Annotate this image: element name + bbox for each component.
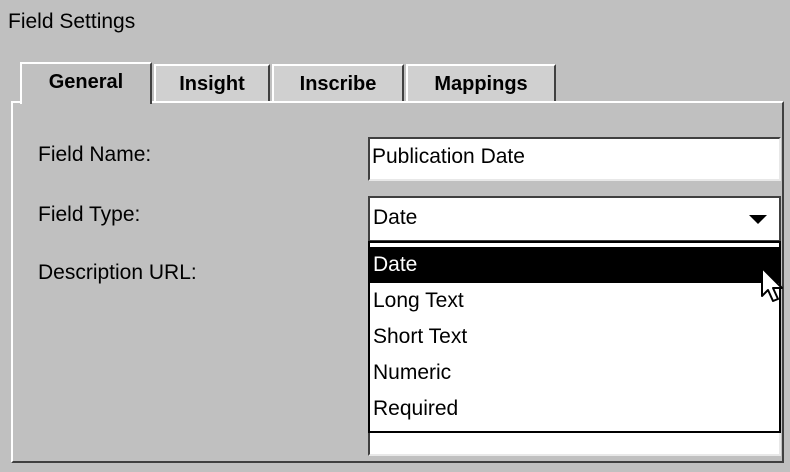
field-type-value: Date xyxy=(373,206,418,229)
field-name-label: Field Name: xyxy=(38,143,152,166)
dropdown-option-required[interactable]: Required xyxy=(370,391,779,427)
description-url-label: Description URL: xyxy=(38,261,197,284)
tab-mappings[interactable]: Mappings xyxy=(406,64,556,102)
field-type-dropdown-list: Date Long Text Short Text Numeric Requir… xyxy=(368,241,781,433)
mouse-pointer-icon xyxy=(761,267,783,302)
panel-title: Field Settings xyxy=(8,10,136,33)
field-type-select[interactable]: Date xyxy=(368,196,781,242)
dropdown-option-numeric[interactable]: Numeric xyxy=(370,355,779,391)
tab-general[interactable]: General xyxy=(20,62,152,104)
dropdown-option-short-text[interactable]: Short Text xyxy=(370,319,779,355)
tab-insight[interactable]: Insight xyxy=(154,64,270,102)
field-type-label: Field Type: xyxy=(38,203,141,226)
chevron-down-icon[interactable] xyxy=(749,215,767,224)
field-settings-panel: Field Settings General Insight Inscribe … xyxy=(0,0,790,472)
tab-inscribe[interactable]: Inscribe xyxy=(272,64,404,102)
field-name-input[interactable]: Publication Date xyxy=(368,137,781,181)
dropdown-option-long-text[interactable]: Long Text xyxy=(370,283,779,319)
dropdown-option-date[interactable]: Date xyxy=(370,247,779,283)
